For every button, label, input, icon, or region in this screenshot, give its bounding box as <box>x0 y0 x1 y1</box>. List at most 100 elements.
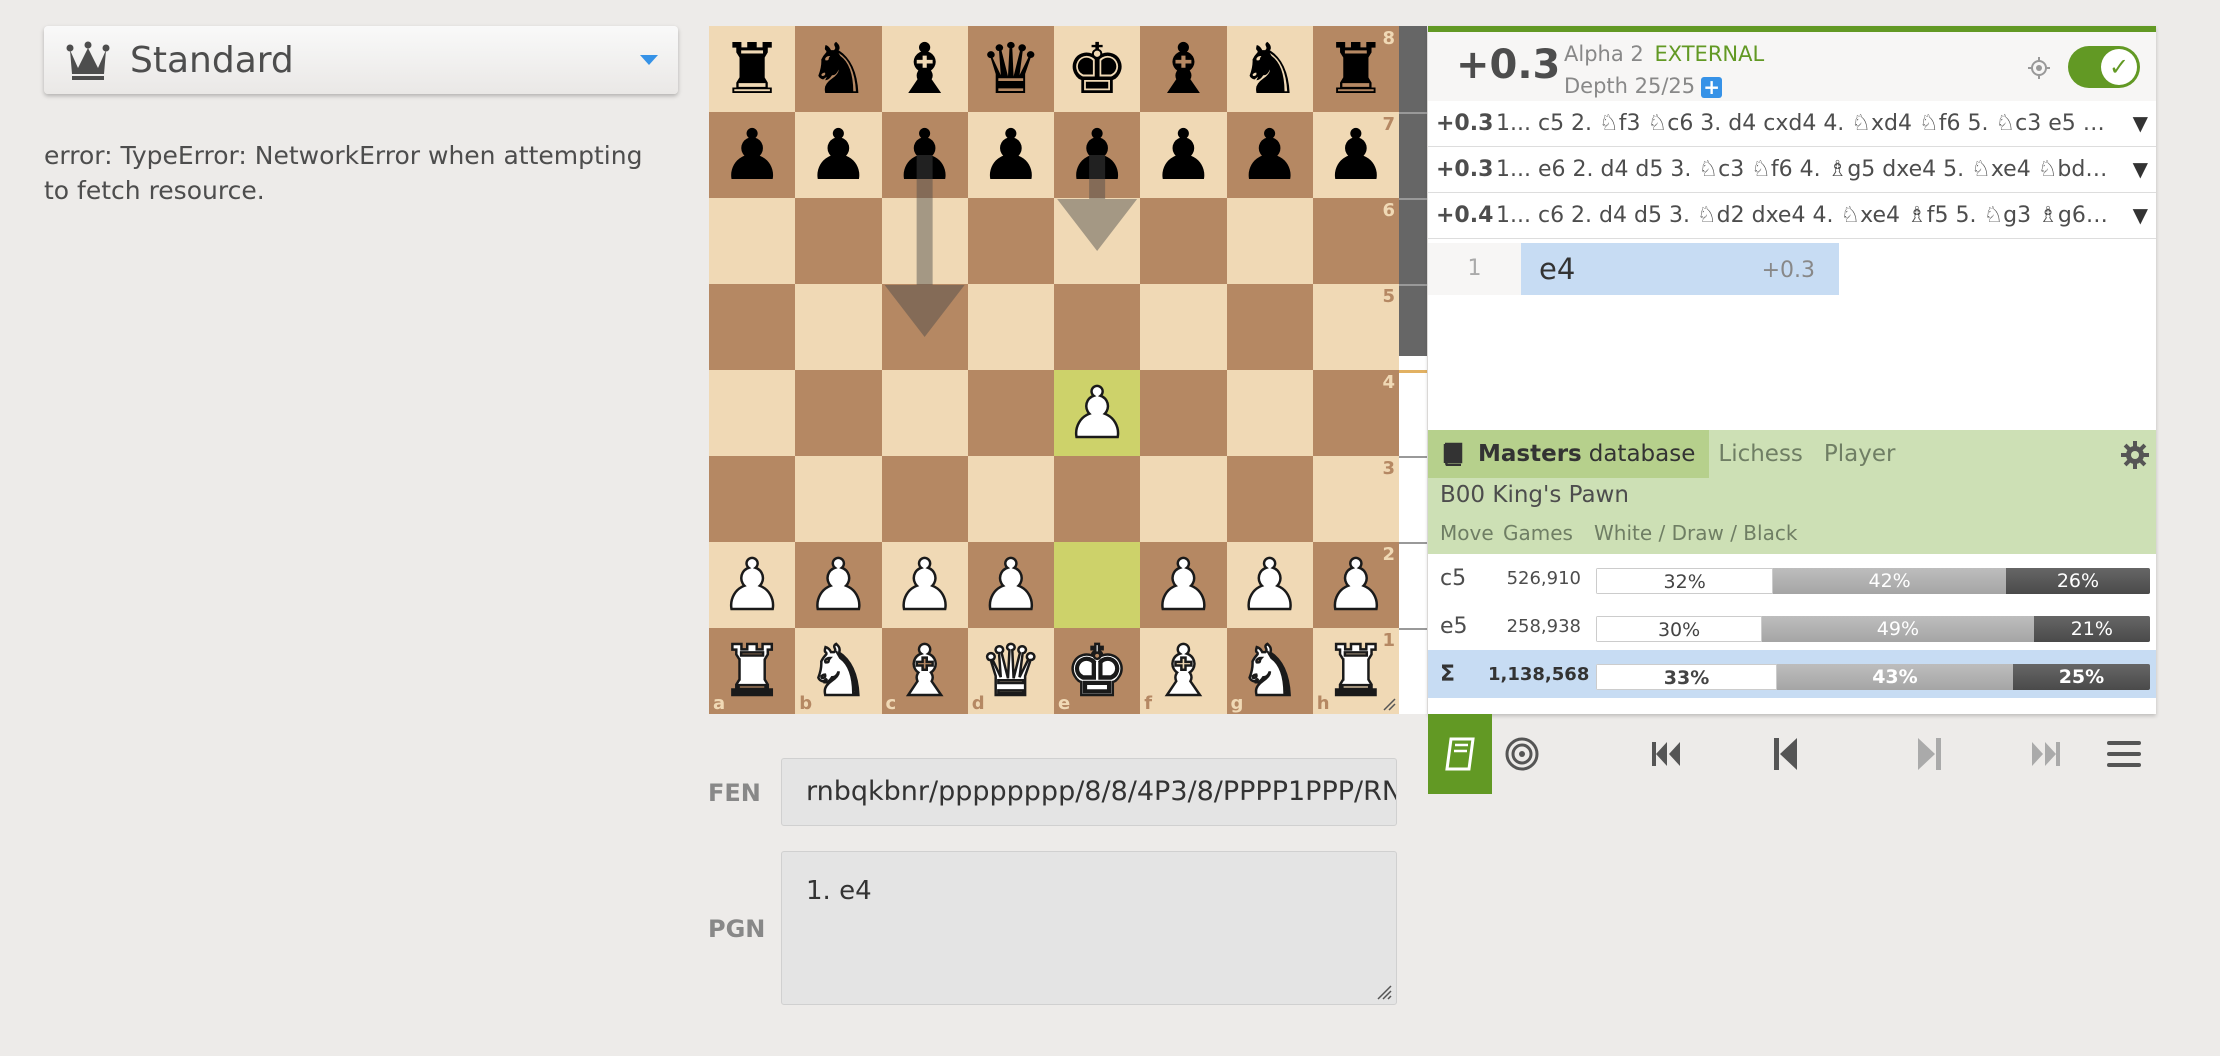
white-pawn-icon[interactable]: ♟ <box>1237 549 1302 622</box>
square-c3[interactable] <box>881 456 968 542</box>
square-a2[interactable]: ♟ <box>709 542 796 628</box>
expand-triangle-icon[interactable]: ▼ <box>2133 203 2148 227</box>
square-d4[interactable] <box>967 370 1054 456</box>
board-resize-handle[interactable] <box>1382 697 1396 711</box>
square-c4[interactable] <box>881 370 968 456</box>
fen-input[interactable]: rnbqkbnr/pppppppp/8/8/4P3/8/PPPP1PPP/RNB… <box>781 758 1397 826</box>
first-move-button[interactable] <box>1646 734 1686 774</box>
square-g8[interactable]: ♞ <box>1226 26 1313 112</box>
white-knight-icon[interactable]: ♞ <box>1237 635 1302 708</box>
square-b6[interactable] <box>795 198 882 284</box>
explorer-row[interactable]: c5 526,910 32% 42% 26% <box>1428 554 2156 602</box>
square-a5[interactable] <box>709 284 796 370</box>
square-c7[interactable]: ♟ <box>881 112 968 198</box>
square-a4[interactable] <box>709 370 796 456</box>
square-d6[interactable] <box>967 198 1054 284</box>
square-h3[interactable]: 3 <box>1312 456 1399 542</box>
pv-line[interactable]: +0.3 1... e6 2. d4 d5 3. ♘c3 ♘f6 4. ♗g5 d… <box>1428 147 2156 193</box>
gear-icon[interactable] <box>2120 440 2150 470</box>
square-f5[interactable] <box>1140 284 1227 370</box>
square-d5[interactable] <box>967 284 1054 370</box>
pv-line[interactable]: +0.3 1... c5 2. ♘f3 ♘c6 3. d4 cxd4 4. ♘xd… <box>1428 101 2156 147</box>
white-rook-icon[interactable]: ♜ <box>1323 635 1388 708</box>
square-g5[interactable] <box>1226 284 1313 370</box>
square-f2[interactable]: ♟ <box>1140 542 1227 628</box>
pv-line[interactable]: +0.4 1... c6 2. d4 d5 3. ♘d2 dxe4 4. ♘xe4… <box>1428 193 2156 239</box>
explorer-sum-row[interactable]: Σ 1,138,568 33% 43% 25% <box>1428 650 2156 698</box>
square-c1[interactable]: ♝ c <box>881 628 968 714</box>
square-f3[interactable] <box>1140 456 1227 542</box>
square-c8[interactable]: ♝ <box>881 26 968 112</box>
white-pawn-icon[interactable]: ♟ <box>892 549 957 622</box>
square-d8[interactable]: ♛ <box>967 26 1054 112</box>
black-pawn-icon[interactable]: ♟ <box>1066 120 1129 190</box>
square-b4[interactable] <box>795 370 882 456</box>
square-c6[interactable] <box>881 198 968 284</box>
black-knight-icon[interactable]: ♞ <box>1238 34 1301 104</box>
white-knight-icon[interactable]: ♞ <box>806 635 871 708</box>
square-g2[interactable]: ♟ <box>1226 542 1313 628</box>
move-e4[interactable]: e4 +0.3 <box>1521 243 1839 295</box>
square-g6[interactable] <box>1226 198 1313 284</box>
square-d1[interactable]: ♛ d <box>967 628 1054 714</box>
white-bishop-icon[interactable]: ♝ <box>892 635 957 708</box>
square-e8[interactable]: ♚ <box>1054 26 1141 112</box>
square-h2[interactable]: ♟ 2 <box>1312 542 1399 628</box>
square-g7[interactable]: ♟ <box>1226 112 1313 198</box>
black-queen-icon[interactable]: ♛ <box>979 34 1042 104</box>
crosshair-icon[interactable] <box>2027 56 2051 80</box>
white-pawn-icon[interactable]: ♟ <box>1064 377 1129 450</box>
square-h5[interactable]: 5 <box>1312 284 1399 370</box>
tab-lichess[interactable]: Lichess <box>1718 441 1803 467</box>
square-g3[interactable] <box>1226 456 1313 542</box>
black-pawn-icon[interactable]: ♟ <box>1152 120 1215 190</box>
square-g1[interactable]: ♞ g <box>1226 628 1313 714</box>
add-depth-button[interactable]: + <box>1701 76 1723 98</box>
white-pawn-icon[interactable]: ♟ <box>719 549 784 622</box>
square-f1[interactable]: ♝ f <box>1140 628 1227 714</box>
square-h4[interactable]: 4 <box>1312 370 1399 456</box>
square-c5[interactable] <box>881 284 968 370</box>
white-pawn-icon[interactable]: ♟ <box>1323 549 1388 622</box>
square-g4[interactable] <box>1226 370 1313 456</box>
white-rook-icon[interactable]: ♜ <box>719 635 784 708</box>
black-pawn-icon[interactable]: ♟ <box>893 120 956 190</box>
expand-triangle-icon[interactable]: ▼ <box>2133 157 2148 181</box>
engine-toggle[interactable]: ✓ <box>2068 46 2140 88</box>
square-e1[interactable]: ♚ e <box>1054 628 1141 714</box>
practice-button[interactable] <box>1502 734 1542 774</box>
square-b5[interactable] <box>795 284 882 370</box>
square-e7[interactable]: ♟ <box>1054 112 1141 198</box>
black-pawn-icon[interactable]: ♟ <box>1324 120 1387 190</box>
white-pawn-icon[interactable]: ♟ <box>806 549 871 622</box>
square-h6[interactable]: 6 <box>1312 198 1399 284</box>
black-rook-icon[interactable]: ♜ <box>721 34 784 104</box>
black-pawn-icon[interactable]: ♟ <box>1238 120 1301 190</box>
tab-masters-database[interactable]: Masters database <box>1428 430 1710 478</box>
black-bishop-icon[interactable]: ♝ <box>1152 34 1215 104</box>
square-h7[interactable]: ♟ 7 <box>1312 112 1399 198</box>
square-d3[interactable] <box>967 456 1054 542</box>
square-b8[interactable]: ♞ <box>795 26 882 112</box>
black-rook-icon[interactable]: ♜ <box>1324 34 1387 104</box>
last-move-button[interactable] <box>2026 734 2066 774</box>
square-f8[interactable]: ♝ <box>1140 26 1227 112</box>
square-a8[interactable]: ♜ <box>709 26 796 112</box>
square-b7[interactable]: ♟ <box>795 112 882 198</box>
next-move-button[interactable] <box>1910 734 1950 774</box>
black-king-icon[interactable]: ♚ <box>1066 34 1129 104</box>
square-b1[interactable]: ♞ b <box>795 628 882 714</box>
explorer-toggle-button[interactable] <box>1428 714 1492 794</box>
white-king-icon[interactable]: ♚ <box>1064 635 1129 708</box>
black-pawn-icon[interactable]: ♟ <box>807 120 870 190</box>
black-knight-icon[interactable]: ♞ <box>807 34 870 104</box>
white-queen-icon[interactable]: ♛ <box>978 635 1043 708</box>
square-f7[interactable]: ♟ <box>1140 112 1227 198</box>
square-c2[interactable]: ♟ <box>881 542 968 628</box>
square-b3[interactable] <box>795 456 882 542</box>
pgn-textarea[interactable]: 1. e4 <box>781 851 1397 1005</box>
square-e5[interactable] <box>1054 284 1141 370</box>
square-a3[interactable] <box>709 456 796 542</box>
tab-player[interactable]: Player <box>1824 441 1896 467</box>
prev-move-button[interactable] <box>1765 734 1805 774</box>
